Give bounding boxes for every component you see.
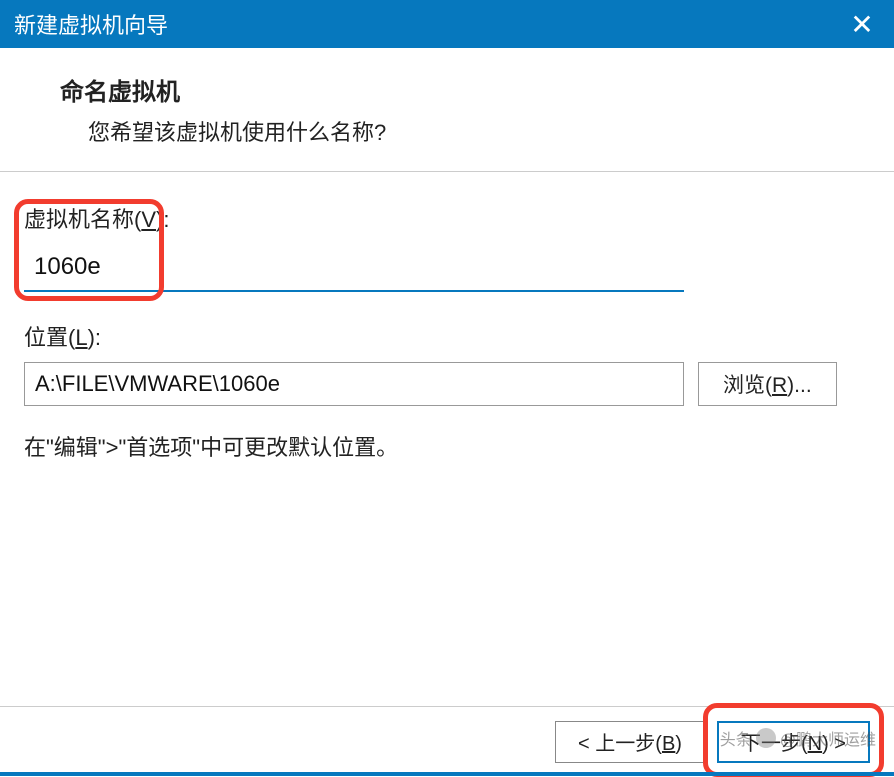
window-title: 新建虚拟机向导 <box>14 8 168 40</box>
wizard-footer: < 上一步(B) 下一步(N) > 头条 @鹏大师运维 <box>0 706 894 776</box>
wizard-header: 命名虚拟机 您希望该虚拟机使用什么名称? <box>0 48 894 172</box>
vm-name-label: 虚拟机名称(V): <box>24 202 870 234</box>
location-label: 位置(L): <box>24 320 870 352</box>
next-button-wrapper: 下一步(N) > <box>717 721 870 763</box>
location-input[interactable] <box>24 362 684 406</box>
content-area: 虚拟机名称(V): 位置(L): 浏览(R)... 在"编辑">"首选项"中可更… <box>0 172 894 472</box>
location-row: 浏览(R)... <box>24 362 870 406</box>
page-subtitle: 您希望该虚拟机使用什么名称? <box>60 115 876 147</box>
close-icon[interactable]: ✕ <box>846 8 878 41</box>
back-button[interactable]: < 上一步(B) <box>555 721 705 763</box>
next-button[interactable]: 下一步(N) > <box>717 721 870 763</box>
titlebar: 新建虚拟机向导 ✕ <box>0 0 894 48</box>
browse-button[interactable]: 浏览(R)... <box>698 362 837 406</box>
vm-name-input[interactable] <box>24 244 684 292</box>
page-title: 命名虚拟机 <box>60 72 876 107</box>
bottom-accent-bar <box>0 772 894 776</box>
vm-name-input-wrapper <box>24 244 870 292</box>
location-hint: 在"编辑">"首选项"中可更改默认位置。 <box>24 430 870 462</box>
